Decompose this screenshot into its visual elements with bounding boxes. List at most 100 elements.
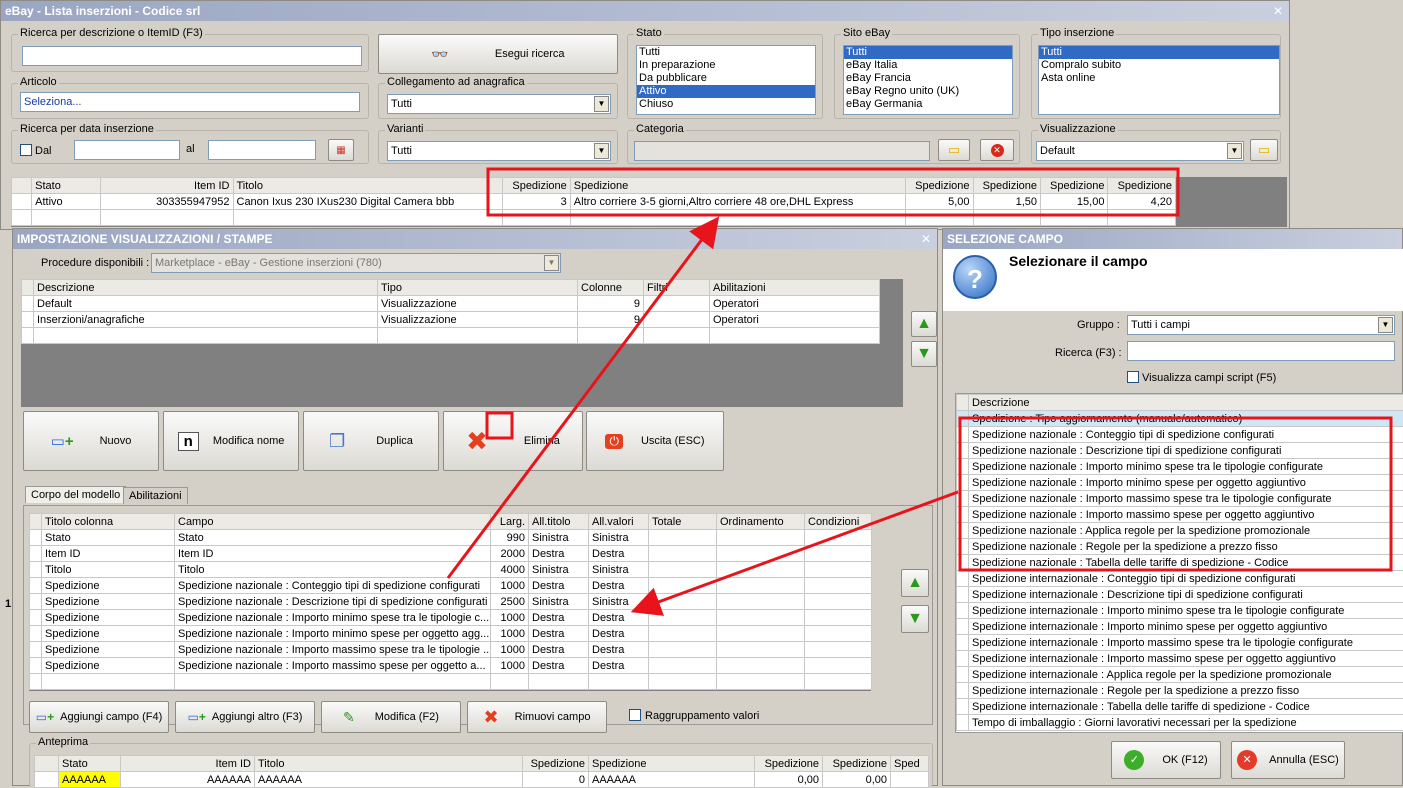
list-item[interactable]: Spedizione nazionale : Applica regole pe…: [957, 523, 1403, 539]
type-item[interactable]: Compralo subito: [1039, 59, 1279, 72]
clear-icon[interactable]: ✕: [980, 139, 1014, 161]
table-row[interactable]: Inserzioni/anagrafiche Visualizzazione 9…: [22, 312, 880, 328]
grid-header[interactable]: Tipo: [378, 280, 578, 296]
stato-item[interactable]: In preparazione: [637, 59, 815, 72]
list-item[interactable]: Spedizione internazionale : Regole per l…: [957, 683, 1403, 699]
ok-button[interactable]: ✓ OK (F12): [1111, 741, 1221, 779]
grid-header[interactable]: Spedizione: [1108, 178, 1176, 194]
list-item[interactable]: Spedizione nazionale : Descrizione tipi …: [957, 443, 1403, 459]
stato-item[interactable]: Tutti: [637, 46, 815, 59]
list-item[interactable]: Spedizione nazionale : Importo massimo s…: [957, 507, 1403, 523]
edit-button[interactable]: ✎ Modifica (F2): [321, 701, 461, 733]
grid-header[interactable]: Abilitazioni: [710, 280, 880, 296]
type-listbox[interactable]: TuttiCompralo subitoAsta online: [1038, 45, 1280, 115]
list-item[interactable]: Spedizione internazionale : Importo mass…: [957, 635, 1403, 651]
date-from-checkbox[interactable]: [20, 144, 32, 156]
script-checkbox[interactable]: [1127, 371, 1139, 383]
list-item[interactable]: Spedizione internazionale : Importo mini…: [957, 603, 1403, 619]
grid-header[interactable]: Spedizione: [973, 178, 1040, 194]
site-item[interactable]: Tutti: [844, 46, 1012, 59]
cancel-button[interactable]: ✕ Annulla (ESC): [1231, 741, 1345, 779]
grid-header[interactable]: Colonne: [578, 280, 644, 296]
add-other-button[interactable]: ▭+ Aggiungi altro (F3): [175, 701, 315, 733]
grid-header[interactable]: Titolo: [233, 178, 503, 194]
calendar-icon[interactable]: ▦: [328, 139, 354, 161]
stato-item[interactable]: Da pubblicare: [637, 72, 815, 85]
settings-close-icon[interactable]: ✕: [921, 229, 931, 249]
move-down-icon[interactable]: ▼: [901, 605, 929, 633]
list-item[interactable]: Spedizione nazionale : Tabella delle tar…: [957, 555, 1403, 571]
folder-icon[interactable]: ▭: [938, 139, 970, 161]
table-row[interactable]: TitoloTitolo4000SinistraSinistra: [30, 562, 872, 578]
date-from-input[interactable]: [74, 140, 180, 160]
stato-item[interactable]: Chiuso: [637, 98, 815, 111]
grid-header[interactable]: Descrizione: [34, 280, 378, 296]
article-input[interactable]: Seleziona...: [20, 92, 360, 112]
list-item[interactable]: Spedizione nazionale : Conteggio tipi di…: [957, 427, 1403, 443]
remove-field-button[interactable]: ✖ Rimuovi campo: [467, 701, 607, 733]
list-item[interactable]: Spedizione nazionale : Importo minimo sp…: [957, 459, 1403, 475]
delete-button[interactable]: ✖ Elimina: [443, 411, 583, 471]
rename-button[interactable]: n Modifica nome: [163, 411, 299, 471]
grid-header[interactable]: Spedizione: [570, 178, 905, 194]
procedures-combo[interactable]: Marketplace - eBay - Gestione inserzioni…: [151, 253, 561, 273]
search-input[interactable]: [22, 46, 362, 66]
list-item[interactable]: Spedizione internazionale : Descrizione …: [957, 587, 1403, 603]
list-item[interactable]: Tempo di imballaggio : Giorni lavorativi…: [957, 715, 1403, 731]
grid-header[interactable]: Ordinamento: [717, 514, 805, 530]
tab-model-body[interactable]: Corpo del modello: [25, 486, 126, 503]
chevron-down-icon[interactable]: ▼: [1378, 317, 1393, 333]
add-field-button[interactable]: ▭+ Aggiungi campo (F4): [29, 701, 169, 733]
group-combo[interactable]: Tutti i campi ▼: [1127, 315, 1395, 335]
grid-header[interactable]: Filtri: [644, 280, 710, 296]
stato-listbox[interactable]: TuttiIn preparazioneDa pubblicareAttivoC…: [636, 45, 816, 115]
list-item[interactable]: Spedizione internazionale : Importo mini…: [957, 619, 1403, 635]
table-row[interactable]: Item IDItem ID2000DestraDestra: [30, 546, 872, 562]
list-item[interactable]: Spedizione nazionale : Importo minimo sp…: [957, 475, 1403, 491]
grid-header[interactable]: Campo: [175, 514, 491, 530]
table-row[interactable]: Attivo 303355947952 Canon Ixus 230 IXus2…: [12, 194, 1176, 210]
grid-header[interactable]: Totale: [649, 514, 717, 530]
list-item[interactable]: Spedizione internazionale : Importo mass…: [957, 651, 1403, 667]
table-row[interactable]: Default Visualizzazione 9 Operatori: [22, 296, 880, 312]
chevron-down-icon[interactable]: ▼: [544, 255, 559, 271]
site-item[interactable]: eBay Francia: [844, 72, 1012, 85]
site-item[interactable]: eBay Italia: [844, 59, 1012, 72]
grid-header[interactable]: Spedizione: [1041, 178, 1108, 194]
grid-header[interactable]: Stato: [32, 178, 100, 194]
site-listbox[interactable]: TuttieBay ItaliaeBay FranciaeBay Regno u…: [843, 45, 1013, 115]
folder-icon[interactable]: ▭: [1250, 139, 1278, 161]
chevron-down-icon[interactable]: ▼: [594, 143, 609, 159]
site-item[interactable]: eBay Regno unito (UK): [844, 85, 1012, 98]
list-item[interactable]: Spedizione internazionale : Conteggio ti…: [957, 571, 1403, 587]
table-row[interactable]: StatoStato990SinistraSinistra: [30, 530, 872, 546]
table-row[interactable]: SpedizioneSpedizione nazionale : Contegg…: [30, 578, 872, 594]
link-combo[interactable]: Tutti ▼: [387, 94, 611, 114]
list-item[interactable]: Spedizione internazionale : Tabella dell…: [957, 699, 1403, 715]
grid-header[interactable]: Descrizione: [969, 395, 1403, 411]
list-item[interactable]: Spedizione nazionale : Importo massimo s…: [957, 491, 1403, 507]
grid-header[interactable]: Larg.: [491, 514, 529, 530]
list-item[interactable]: Spedizione : Tipo aggiornamento (manuale…: [957, 411, 1403, 427]
grid-header[interactable]: Titolo colonna: [42, 514, 175, 530]
exit-button[interactable]: ⏻ Uscita (ESC): [586, 411, 724, 471]
chevron-down-icon[interactable]: ▼: [1227, 143, 1242, 159]
move-down-icon[interactable]: ▼: [911, 341, 937, 367]
tab-permissions[interactable]: Abilitazioni: [123, 487, 188, 504]
move-up-icon[interactable]: ▲: [901, 569, 929, 597]
table-row[interactable]: SpedizioneSpedizione nazionale : Importo…: [30, 642, 872, 658]
grid-header[interactable]: All.titolo: [529, 514, 589, 530]
field-search-input[interactable]: [1127, 341, 1395, 361]
list-item[interactable]: Spedizione nazionale : Regole per la spe…: [957, 539, 1403, 555]
group-values-checkbox[interactable]: [629, 709, 641, 721]
stato-item[interactable]: Attivo: [637, 85, 815, 98]
table-row[interactable]: SpedizioneSpedizione nazionale : Importo…: [30, 610, 872, 626]
grid-header[interactable]: All.valori: [589, 514, 649, 530]
grid-header[interactable]: Spedizione: [906, 178, 973, 194]
list-item[interactable]: Spedizione internazionale : Applica rego…: [957, 667, 1403, 683]
duplicate-button[interactable]: ❐ Duplica: [303, 411, 439, 471]
type-item[interactable]: Asta online: [1039, 72, 1279, 85]
table-row[interactable]: SpedizioneSpedizione nazionale : Descriz…: [30, 594, 872, 610]
new-button[interactable]: ▭+ Nuovo: [23, 411, 159, 471]
variants-combo[interactable]: Tutti ▼: [387, 141, 611, 161]
